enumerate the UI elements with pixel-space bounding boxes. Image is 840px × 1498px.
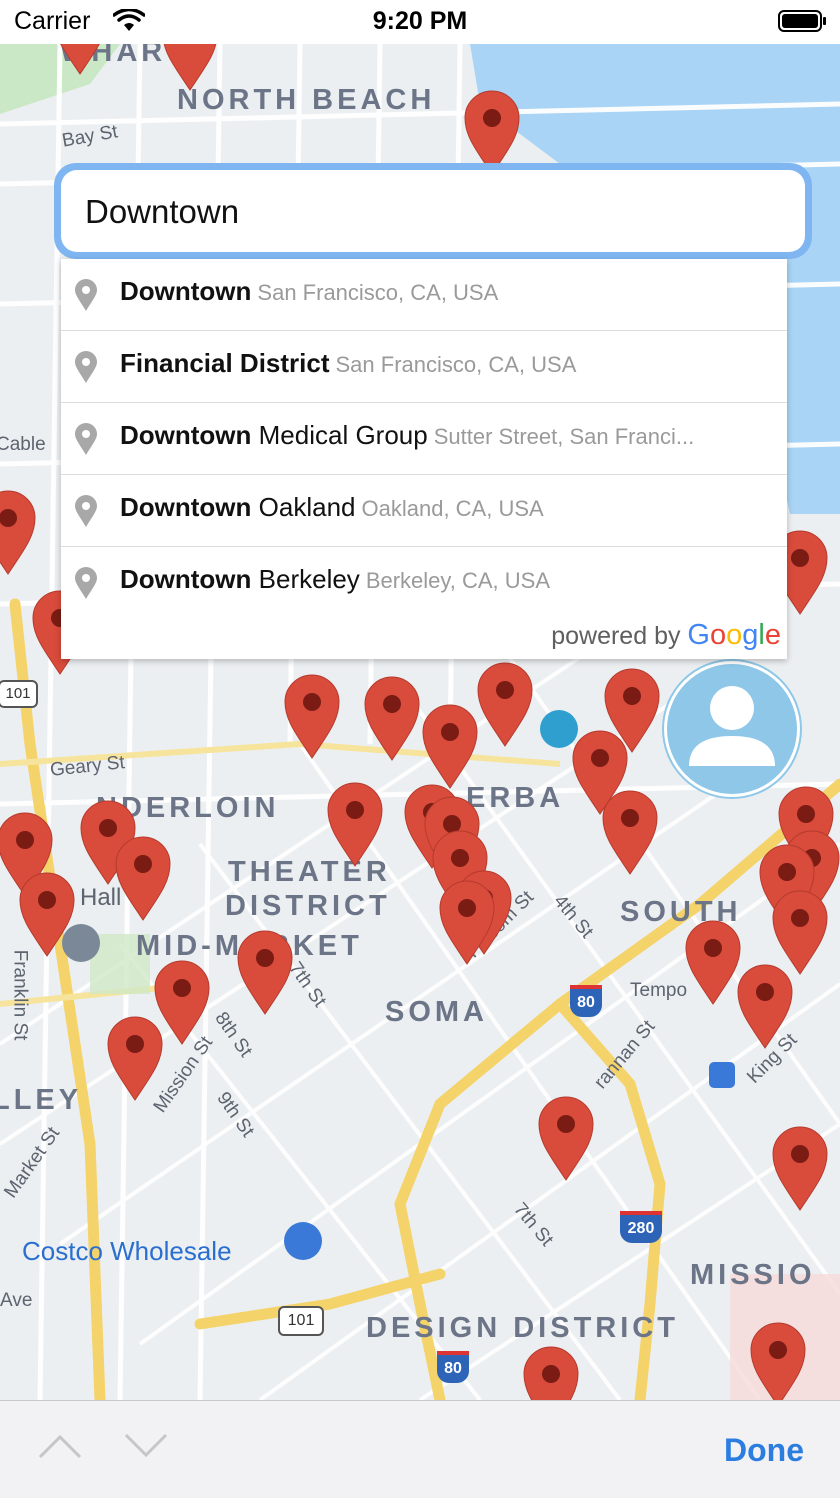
google-logo-letter: o <box>726 619 743 651</box>
status-bar: Carrier 9:20 PM <box>0 0 840 44</box>
google-logo-letter: e <box>764 619 781 651</box>
autocomplete-list: Downtown San Francisco, CA, USA Financial… <box>61 259 787 659</box>
map-pin[interactable] <box>154 960 210 1045</box>
location-pin-icon <box>75 567 97 599</box>
person-icon <box>689 686 775 766</box>
suggestion-secondary-text: San Francisco, CA, USA <box>335 352 577 377</box>
chevron-up-icon[interactable] <box>38 1431 82 1461</box>
suggestion-item[interactable]: Downtown Medical Group Sutter Street, San… <box>61 403 787 475</box>
powered-by-text: powered by <box>551 622 681 650</box>
suggestion-text: Financial District San Francisco, CA, USA <box>120 348 771 379</box>
map-pin[interactable] <box>327 782 383 867</box>
google-logo: Google <box>687 619 781 651</box>
map-pin[interactable] <box>364 676 420 761</box>
search-input[interactable] <box>83 170 777 254</box>
map-pin[interactable] <box>602 790 658 875</box>
user-avatar-icon[interactable] <box>664 661 800 797</box>
map-pin[interactable] <box>107 1016 163 1101</box>
suggestion-secondary-text: Berkeley, CA, USA <box>365 568 551 593</box>
suggestion-text: Downtown Berkeley Berkeley, CA, USA <box>120 564 771 595</box>
map-pin[interactable] <box>19 872 75 957</box>
map-pin[interactable] <box>685 920 741 1005</box>
suggestion-item[interactable]: Financial District San Francisco, CA, USA <box>61 331 787 403</box>
location-pin-icon <box>75 351 97 383</box>
map-pin[interactable] <box>115 836 171 921</box>
google-logo-letter: o <box>709 619 727 651</box>
map-pin[interactable] <box>772 890 828 975</box>
clock: 9:20 PM <box>372 7 468 35</box>
map-pin[interactable] <box>464 90 520 175</box>
suggestion-main-text: Downtown <box>120 564 252 594</box>
location-pin-icon <box>75 495 97 527</box>
suggestion-secondary-text: Oakland, CA, USA <box>361 496 544 521</box>
suggestion-main-text: Downtown <box>120 420 252 450</box>
map-pin[interactable] <box>538 1096 594 1181</box>
suggestion-text: Downtown San Francisco, CA, USA <box>120 276 771 307</box>
suggestion-secondary-text: San Francisco, CA, USA <box>257 280 499 305</box>
map-pin[interactable] <box>477 662 533 747</box>
location-pin-icon <box>75 423 97 455</box>
map-pin[interactable] <box>237 930 293 1015</box>
suggestion-text: Downtown Medical Group Sutter Street, San… <box>120 420 771 451</box>
suggestion-item[interactable]: Downtown San Francisco, CA, USA <box>61 259 787 331</box>
map-pin[interactable] <box>772 1126 828 1211</box>
battery-icon <box>778 10 826 32</box>
map-pin[interactable] <box>523 1346 579 1400</box>
map-pin[interactable] <box>737 964 793 1049</box>
map-pin[interactable] <box>750 1322 806 1400</box>
keyboard-toolbar: Done <box>0 1400 840 1498</box>
map-pin[interactable] <box>284 674 340 759</box>
search-field-container <box>61 170 805 254</box>
google-logo-letter: G <box>687 619 710 651</box>
location-pin-icon <box>75 279 97 311</box>
map-pin[interactable] <box>162 44 218 91</box>
suggestion-main-text: Financial District <box>120 348 330 378</box>
suggestion-main-text: Downtown <box>120 276 252 306</box>
suggestion-rest-text: Berkeley <box>251 564 360 594</box>
google-logo-letter: g <box>742 619 759 651</box>
suggestion-rest-text: Oakland <box>251 492 356 522</box>
map-pin[interactable] <box>0 490 36 575</box>
map-pin[interactable] <box>422 704 478 789</box>
suggestion-rest-text: Medical Group <box>251 420 428 450</box>
suggestion-item[interactable]: Downtown Berkeley Berkeley, CA, USA <box>61 547 787 618</box>
suggestion-text: Downtown Oakland Oakland, CA, USA <box>120 492 771 523</box>
powered-by-google: powered by Google <box>551 619 781 652</box>
suggestion-secondary-text: Sutter Street, San Franci... <box>433 424 695 449</box>
suggestion-main-text: Downtown <box>120 492 252 522</box>
search-box <box>54 163 812 259</box>
suggestion-item[interactable]: Downtown Oakland Oakland, CA, USA <box>61 475 787 547</box>
chevron-down-icon[interactable] <box>124 1431 168 1461</box>
map-pin[interactable] <box>52 44 108 75</box>
done-button[interactable]: Done <box>724 1432 804 1469</box>
